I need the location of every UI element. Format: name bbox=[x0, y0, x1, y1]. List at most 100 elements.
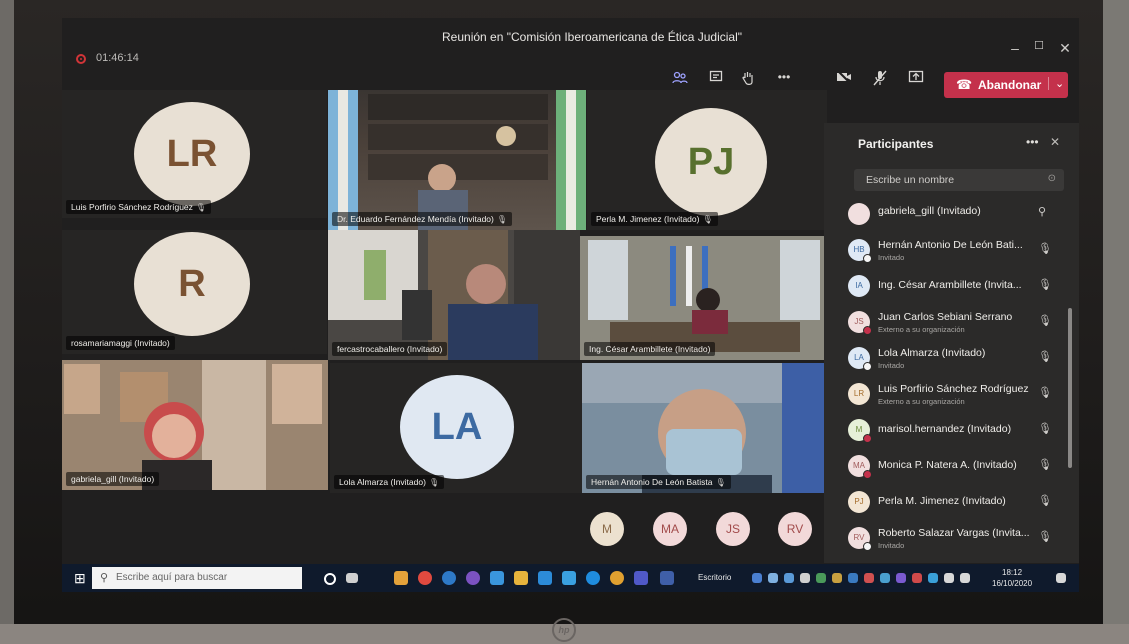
clock-date: 16/10/2020 bbox=[992, 579, 1033, 588]
chrome-icon[interactable] bbox=[610, 571, 624, 585]
leave-label: Abandonar bbox=[978, 78, 1042, 92]
video-tile[interactable]: gabriela_gill (Invitado) bbox=[62, 360, 328, 490]
mic-off-icon: 🎙︎ bbox=[1038, 423, 1052, 435]
video-tile[interactable]: LA Lola Almarza (Invitado) 🎙︎ bbox=[330, 363, 582, 493]
avatar bbox=[848, 203, 870, 225]
hand-icon[interactable] bbox=[738, 70, 758, 90]
mic-icon: ⚲ bbox=[1038, 206, 1047, 218]
list-item[interactable]: LA Lola Almarza (Invitado) Invitado 🎙︎ bbox=[824, 341, 1064, 377]
list-item[interactable]: IA Ing. César Arambillete (Invita... 🎙︎ bbox=[824, 269, 1064, 305]
video-tile[interactable]: fercastrocaballero (Invitado) bbox=[328, 230, 580, 360]
list-item[interactable]: MA Monica P. Natera A. (Invitado) 🎙︎ bbox=[824, 449, 1064, 485]
tray-icon[interactable] bbox=[752, 573, 762, 583]
phone-icon: ☎ bbox=[956, 77, 973, 92]
tray-icon[interactable] bbox=[848, 573, 858, 583]
participant-name: Perla M. Jimenez (Invitado) 🎙︎ bbox=[591, 212, 718, 226]
overflow-avatar[interactable]: JS bbox=[716, 512, 750, 546]
app-icon[interactable] bbox=[660, 571, 674, 585]
tray-icon[interactable] bbox=[912, 573, 922, 583]
share-icon[interactable] bbox=[906, 70, 926, 88]
tray-icon[interactable] bbox=[832, 573, 842, 583]
close-icon[interactable]: ✕ bbox=[1050, 135, 1060, 149]
search-placeholder: Escribe aquí para buscar bbox=[116, 572, 228, 583]
list-item[interactable]: JS Juan Carlos Sebiani Serrano Externo a… bbox=[824, 305, 1064, 341]
close-button[interactable]: ✕ bbox=[1056, 40, 1074, 57]
more-icon[interactable]: ••• bbox=[1026, 135, 1039, 149]
task-view-icon[interactable] bbox=[346, 573, 358, 583]
app-icon[interactable] bbox=[466, 571, 480, 585]
status-badge bbox=[863, 434, 872, 443]
windows-start-icon[interactable]: ⊞ bbox=[74, 570, 86, 587]
participant-name: gabriela_gill (Invitado) bbox=[878, 205, 981, 217]
caption-text: fercastrocaballero (Invitado) bbox=[337, 344, 443, 354]
tray-icon[interactable] bbox=[768, 573, 778, 583]
chevron-down-icon[interactable]: ⌄ bbox=[1048, 77, 1064, 90]
caption-text: Luis Porfirio Sánchez Rodríguez bbox=[71, 202, 193, 212]
list-item[interactable]: M marisol.hernandez (Invitado) 🎙︎ bbox=[824, 413, 1064, 449]
participant-name: Lola Almarza (Invitado) 🎙︎ bbox=[334, 475, 445, 489]
camera-off-icon[interactable] bbox=[834, 70, 854, 88]
more-icon[interactable]: ••• bbox=[774, 70, 794, 84]
tray-icon[interactable] bbox=[896, 573, 906, 583]
overflow-avatar[interactable]: RV bbox=[778, 512, 812, 546]
mic-off-icon: 🎙︎ bbox=[1038, 531, 1052, 543]
wifi-icon[interactable] bbox=[944, 573, 954, 583]
list-item[interactable]: LR Luis Porfirio Sánchez Rodríguez Exter… bbox=[824, 377, 1064, 413]
tray-icon[interactable] bbox=[800, 573, 810, 583]
participants-panel: Participantes ••• ✕ Escribe un nombre ⊙ … bbox=[824, 123, 1079, 563]
mic-off-icon[interactable] bbox=[870, 70, 890, 90]
edge-icon[interactable] bbox=[586, 571, 600, 585]
app-icon[interactable] bbox=[490, 571, 504, 585]
search-placeholder: Escribe un nombre bbox=[866, 174, 955, 186]
video-tile[interactable]: Dr. Eduardo Fernández Mendía (Invitado) 🎙… bbox=[328, 90, 586, 230]
status-badge bbox=[863, 254, 872, 263]
list-item[interactable]: PJ Perla M. Jimenez (Invitado) 🎙︎ bbox=[824, 485, 1064, 521]
folder-icon[interactable] bbox=[514, 571, 528, 585]
store-icon[interactable] bbox=[394, 571, 408, 585]
taskbar-search-input[interactable]: ⚲ Escribe aquí para buscar bbox=[92, 567, 302, 589]
caption-text: Dr. Eduardo Fernández Mendía (Invitado) bbox=[337, 214, 494, 224]
video-tile[interactable]: Ing. César Arambillete (Invitado) bbox=[580, 236, 827, 360]
notification-icon[interactable] bbox=[1056, 573, 1066, 583]
link-icon[interactable]: ⊙ bbox=[1048, 173, 1056, 184]
avatar: R bbox=[134, 232, 250, 336]
mic-off-icon: 🎙︎ bbox=[1038, 387, 1052, 399]
tray-icon[interactable] bbox=[816, 573, 826, 583]
mail-icon[interactable] bbox=[538, 571, 552, 585]
overflow-avatar[interactable]: M bbox=[590, 512, 624, 546]
app-icon[interactable] bbox=[562, 571, 576, 585]
panel-scrollbar[interactable] bbox=[1068, 308, 1072, 468]
tray-icon[interactable] bbox=[880, 573, 890, 583]
hp-icon[interactable] bbox=[442, 571, 456, 585]
clock[interactable]: 18:12 16/10/2020 bbox=[992, 567, 1032, 589]
chat-icon[interactable] bbox=[706, 70, 726, 88]
participant-role: Invitado bbox=[878, 253, 905, 262]
maximize-button[interactable]: ☐ bbox=[1030, 39, 1048, 52]
teams-icon[interactable] bbox=[634, 571, 648, 585]
caption-text: Lola Almarza (Invitado) bbox=[339, 477, 426, 487]
list-item[interactable]: gabriela_gill (Invitado) ⚲ bbox=[824, 203, 1064, 225]
tray-icon[interactable] bbox=[784, 573, 794, 583]
caption-text: Perla M. Jimenez (Invitado) bbox=[596, 214, 700, 224]
video-tile[interactable]: R rosamariamaggi (Invitado) bbox=[62, 230, 327, 354]
minimize-button[interactable]: – bbox=[1006, 40, 1024, 56]
volume-icon[interactable] bbox=[960, 573, 970, 583]
tray-icon[interactable] bbox=[928, 573, 938, 583]
leave-button[interactable]: ☎ Abandonar ⌄ bbox=[944, 72, 1068, 98]
list-item[interactable]: RV Roberto Salazar Vargas (Invita... Inv… bbox=[824, 521, 1064, 557]
desktop-label[interactable]: Escritorio bbox=[698, 573, 731, 582]
video-tile[interactable]: Hernán Antonio De León Batista 🎙︎ bbox=[582, 363, 826, 493]
video-tile[interactable]: PJ Perla M. Jimenez (Invitado) 🎙︎ bbox=[587, 90, 827, 230]
avatar-initials: HB bbox=[853, 245, 865, 254]
clock-time: 18:12 bbox=[1002, 568, 1023, 577]
app-icon[interactable] bbox=[418, 571, 432, 585]
cortana-icon[interactable] bbox=[324, 573, 336, 585]
list-item[interactable]: HB Hernán Antonio De León Bati... Invita… bbox=[824, 233, 1064, 269]
meeting-timer: 01:46:14 bbox=[96, 52, 139, 64]
tray-icon[interactable] bbox=[864, 573, 874, 583]
caption-text: rosamariamaggi (Invitado) bbox=[71, 338, 170, 348]
video-tile[interactable]: LR Luis Porfirio Sánchez Rodríguez 🎙︎ bbox=[62, 90, 327, 218]
participant-search-input[interactable]: Escribe un nombre ⊙ bbox=[854, 169, 1064, 191]
people-icon[interactable] bbox=[670, 70, 690, 90]
overflow-avatar[interactable]: MA bbox=[653, 512, 687, 546]
